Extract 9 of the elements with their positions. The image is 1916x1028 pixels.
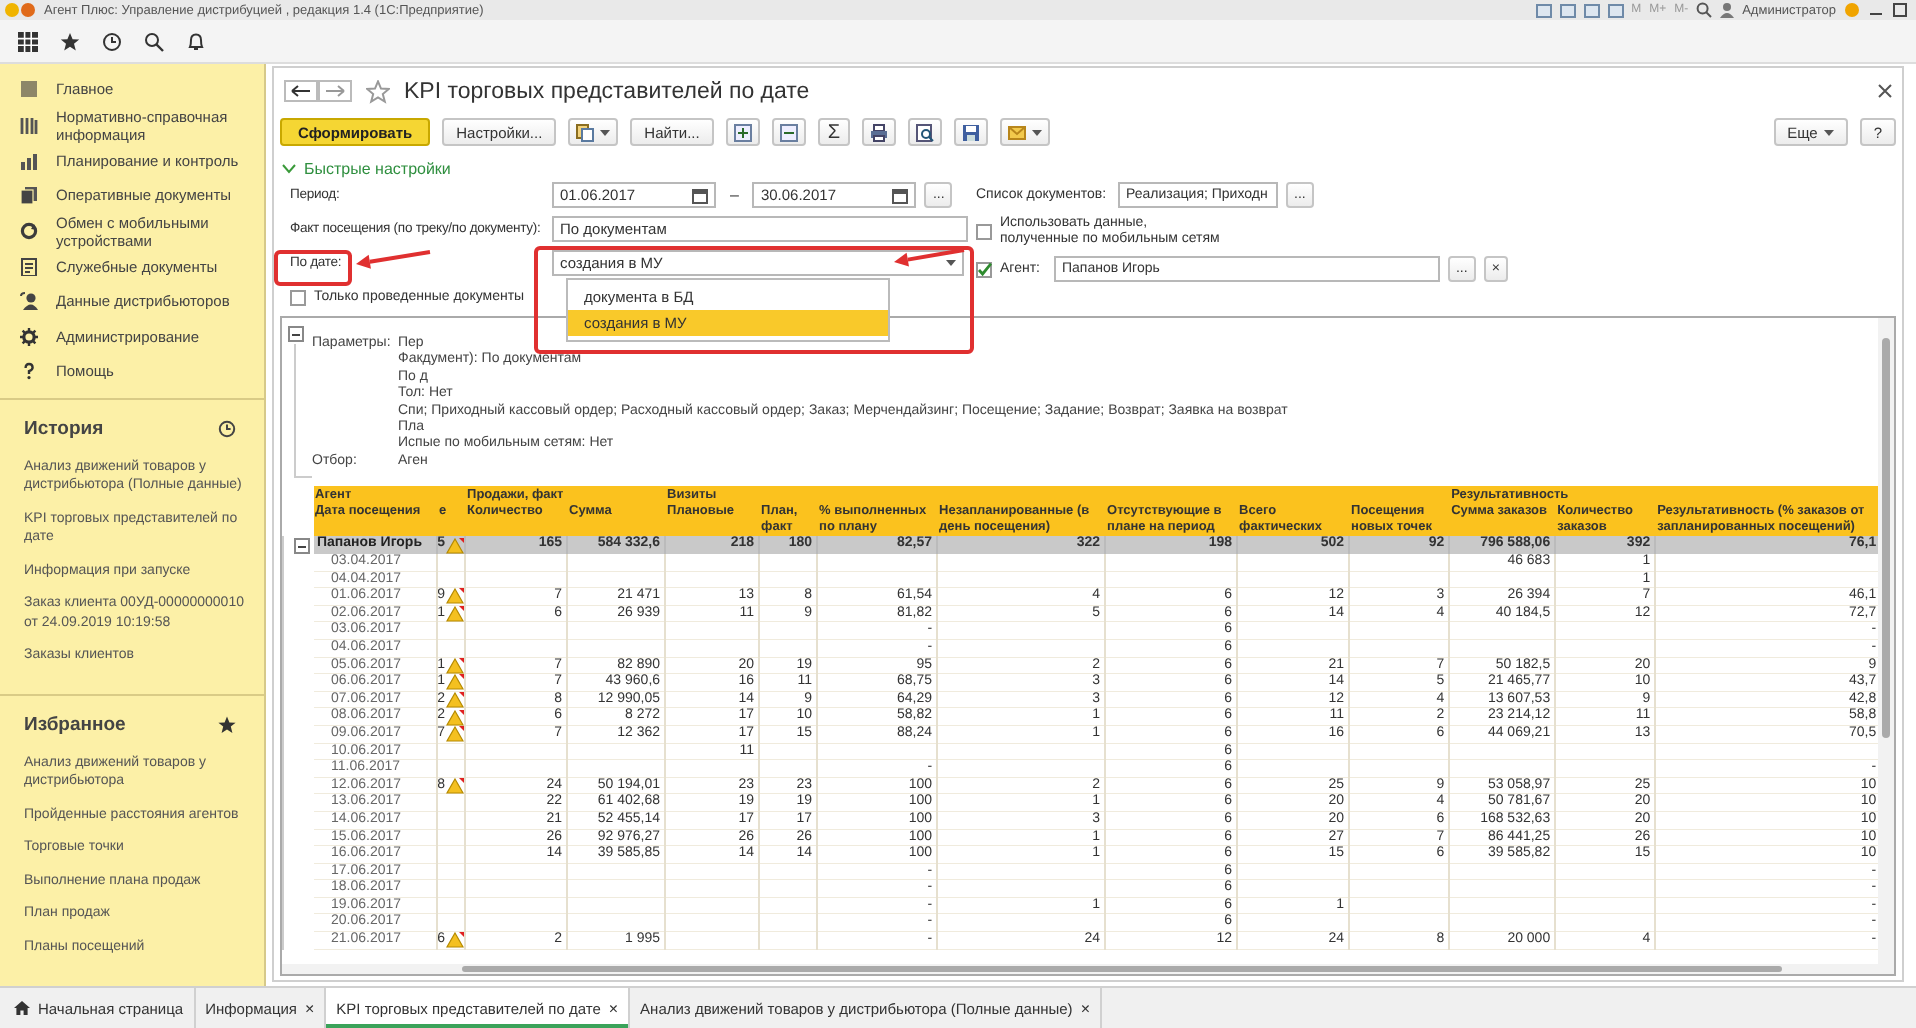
dash-text: – <box>728 186 741 204</box>
form-title: KPI торговых представителей по дате <box>404 79 810 103</box>
sum-button[interactable]: Σ <box>817 118 851 146</box>
close-button[interactable]: × <box>608 999 619 1017</box>
close-button[interactable]: × <box>1080 999 1090 1017</box>
quick-settings-toggle[interactable]: Быстрые настройки <box>282 160 451 178</box>
section-title: Избранное <box>24 713 126 735</box>
close-button[interactable]: × <box>305 999 315 1017</box>
section-title: История <box>24 417 104 439</box>
